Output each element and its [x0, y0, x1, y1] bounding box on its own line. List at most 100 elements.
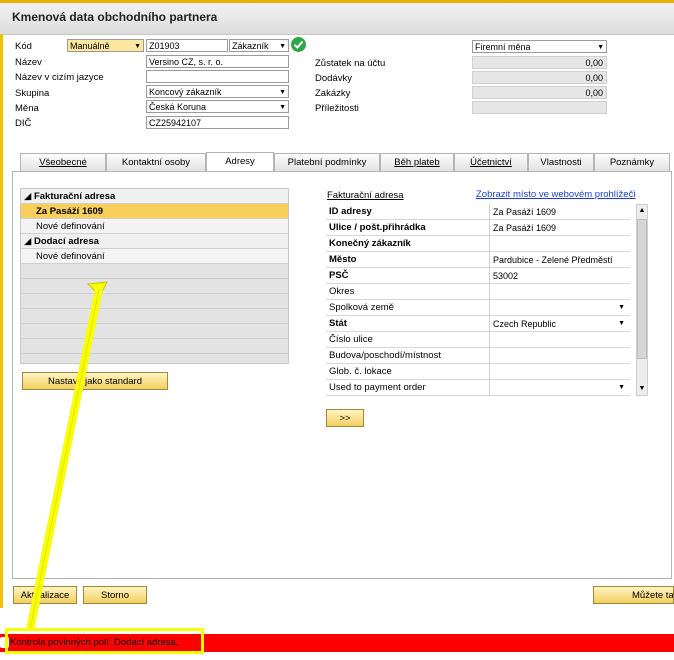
mena-label: Měna: [15, 103, 39, 114]
cancel-button[interactable]: Storno: [83, 586, 147, 604]
set-default-button[interactable]: Nastavit jako standard: [22, 372, 168, 390]
empty-row: [21, 324, 288, 339]
tab-platebni-podminky[interactable]: Platební podmínky: [274, 153, 380, 171]
row-value[interactable]: 53002: [489, 268, 632, 284]
detail-row-id[interactable]: ID adresy Za Pasáží 1609: [326, 204, 630, 220]
dropdown-arrow-icon: ▼: [618, 384, 625, 391]
tab-ucetnictvi[interactable]: Účetnictví: [454, 153, 528, 171]
billing-address-item[interactable]: Za Pasáží 1609: [21, 204, 288, 219]
row-key: Glob. č. lokace: [329, 366, 392, 377]
collapse-icon: ◢: [24, 191, 32, 202]
tab-label: Adresy: [225, 156, 255, 167]
detail-row-zip[interactable]: PSČ 53002: [326, 268, 630, 284]
dropdown-arrow-icon: ▼: [618, 304, 625, 311]
prilezitosti-value: [472, 101, 607, 114]
row-key: ID adresy: [329, 206, 372, 217]
detail-row-building[interactable]: Budova/poschodí/místnost: [326, 348, 630, 364]
zustatek-label: Zůstatek na účtu: [315, 58, 386, 69]
window-title: Kmenová data obchodního partnera: [12, 10, 218, 24]
row-value[interactable]: Czech Republic: [489, 316, 632, 332]
row-value[interactable]: [489, 284, 632, 300]
empty-row: [21, 309, 288, 324]
zakazky-label: Zakázky: [315, 88, 351, 99]
address-tree[interactable]: ◢ Fakturační adresa Za Pasáží 1609 Nové …: [20, 188, 289, 364]
update-button[interactable]: Aktualizace: [13, 586, 77, 604]
skupina-select[interactable]: Koncový zákazník ▼: [146, 85, 289, 98]
shipping-new-item[interactable]: Nové definování: [21, 249, 288, 264]
dic-label: DIČ: [15, 118, 32, 129]
tab-poznamky[interactable]: Poznámky: [594, 153, 670, 171]
row-value[interactable]: [489, 364, 632, 380]
tab-beh-plateb[interactable]: Běh plateb: [380, 153, 454, 171]
row-value[interactable]: Za Pasáží 1609: [489, 220, 632, 236]
empty-row: [21, 339, 288, 354]
detail-row-country[interactable]: Stát Czech Republic ▼: [326, 316, 630, 332]
mena-select[interactable]: Česká Koruna ▼: [146, 100, 289, 113]
zakazky-value: 0,00: [472, 86, 607, 99]
detail-row-street[interactable]: Ulice / pošt.přihrádka Za Pasáží 1609: [326, 220, 630, 236]
tab-kontaktni-osoby[interactable]: Kontaktní osoby: [106, 153, 206, 171]
tab-vlastnosti[interactable]: Vlastnosti: [528, 153, 594, 171]
skupina-label: Skupina: [15, 88, 50, 99]
dropdown-arrow-icon: ▼: [279, 89, 286, 96]
row-value[interactable]: [489, 332, 632, 348]
dodavky-label: Dodávky: [315, 73, 352, 84]
collapse-icon: ◢: [24, 236, 32, 247]
detail-row-payment-order[interactable]: Used to payment order ▼: [326, 380, 630, 396]
detail-scrollbar[interactable]: ▲ ▼: [636, 204, 648, 396]
row-value[interactable]: [489, 236, 632, 252]
row-key: PSČ: [329, 270, 349, 281]
row-value[interactable]: [489, 348, 632, 364]
shipping-address-header[interactable]: ◢ Dodací adresa: [21, 234, 288, 249]
row-value[interactable]: Pardubice - Zelené Předměstí: [489, 252, 632, 268]
nazev-input[interactable]: Versino CZ, s. r. o.: [146, 55, 289, 68]
window-titlebar: Kmenová data obchodního partnera: [0, 0, 674, 35]
browser-link[interactable]: Zobrazit místo ve webovém prohlížeči: [476, 189, 635, 200]
right-action-button[interactable]: Můžete ta: [593, 586, 674, 604]
dropdown-arrow-icon: ▼: [279, 43, 286, 50]
empty-row: [21, 294, 288, 309]
detail-row-state[interactable]: Spolková země ▼: [326, 300, 630, 316]
kod-type-select[interactable]: Zákazník ▼: [229, 39, 289, 52]
shipping-header-label: Dodací adresa: [33, 236, 99, 247]
check-icon[interactable]: [291, 37, 306, 52]
currency-select[interactable]: Firemní měna ▼: [472, 40, 607, 53]
tab-adresy[interactable]: Adresy: [206, 152, 274, 172]
dropdown-arrow-icon: ▼: [618, 320, 625, 327]
detail-row-city[interactable]: Město Pardubice - Zelené Předměstí: [326, 252, 630, 268]
row-key: Číslo ulice: [329, 334, 373, 345]
row-key: Budova/poschodí/místnost: [329, 350, 441, 361]
billing-new-item[interactable]: Nové definování: [21, 219, 288, 234]
nazev-label: Název: [15, 57, 42, 68]
row-key: Okres: [329, 286, 355, 297]
scroll-up-icon[interactable]: ▲: [637, 205, 647, 217]
scroll-down-icon[interactable]: ▼: [637, 383, 647, 395]
detail-row-district[interactable]: Okres: [326, 284, 630, 300]
dic-input[interactable]: CZ25942107: [146, 116, 289, 129]
row-value[interactable]: Za Pasáží 1609: [489, 204, 632, 220]
row-value[interactable]: [489, 300, 632, 316]
detail-row-street-number[interactable]: Číslo ulice: [326, 332, 630, 348]
empty-row: [21, 264, 288, 279]
tab-label: Vlastnosti: [540, 157, 582, 168]
row-key: Stát: [329, 318, 347, 329]
kod-mode-select[interactable]: Manuálně ▼: [67, 39, 144, 52]
kod-input[interactable]: Z01903: [146, 39, 228, 52]
detail-row-end-customer[interactable]: Konečný zákazník: [326, 236, 630, 252]
more-button[interactable]: >>: [326, 409, 364, 427]
nazev-cizi-input[interactable]: [146, 70, 289, 83]
row-value[interactable]: [489, 380, 632, 396]
tab-vseobecne[interactable]: Všeobecné: [20, 153, 106, 171]
scrollbar-thumb[interactable]: [637, 219, 647, 359]
currency-value: Firemní měna: [475, 42, 531, 52]
nazev-cizi-label: Název v cizím jazyce: [15, 72, 104, 83]
billing-header-label: Fakturační adresa: [33, 191, 116, 202]
mena-value: Česká Koruna: [149, 102, 207, 112]
zustatek-value: 0,00: [472, 56, 607, 69]
window-left-border: [0, 34, 3, 608]
kod-type-value: Zákazník: [232, 41, 269, 51]
detail-row-global-location[interactable]: Glob. č. lokace: [326, 364, 630, 380]
kod-label: Kód: [15, 41, 32, 52]
billing-address-header[interactable]: ◢ Fakturační adresa: [21, 189, 288, 204]
dropdown-arrow-icon: ▼: [134, 43, 141, 50]
